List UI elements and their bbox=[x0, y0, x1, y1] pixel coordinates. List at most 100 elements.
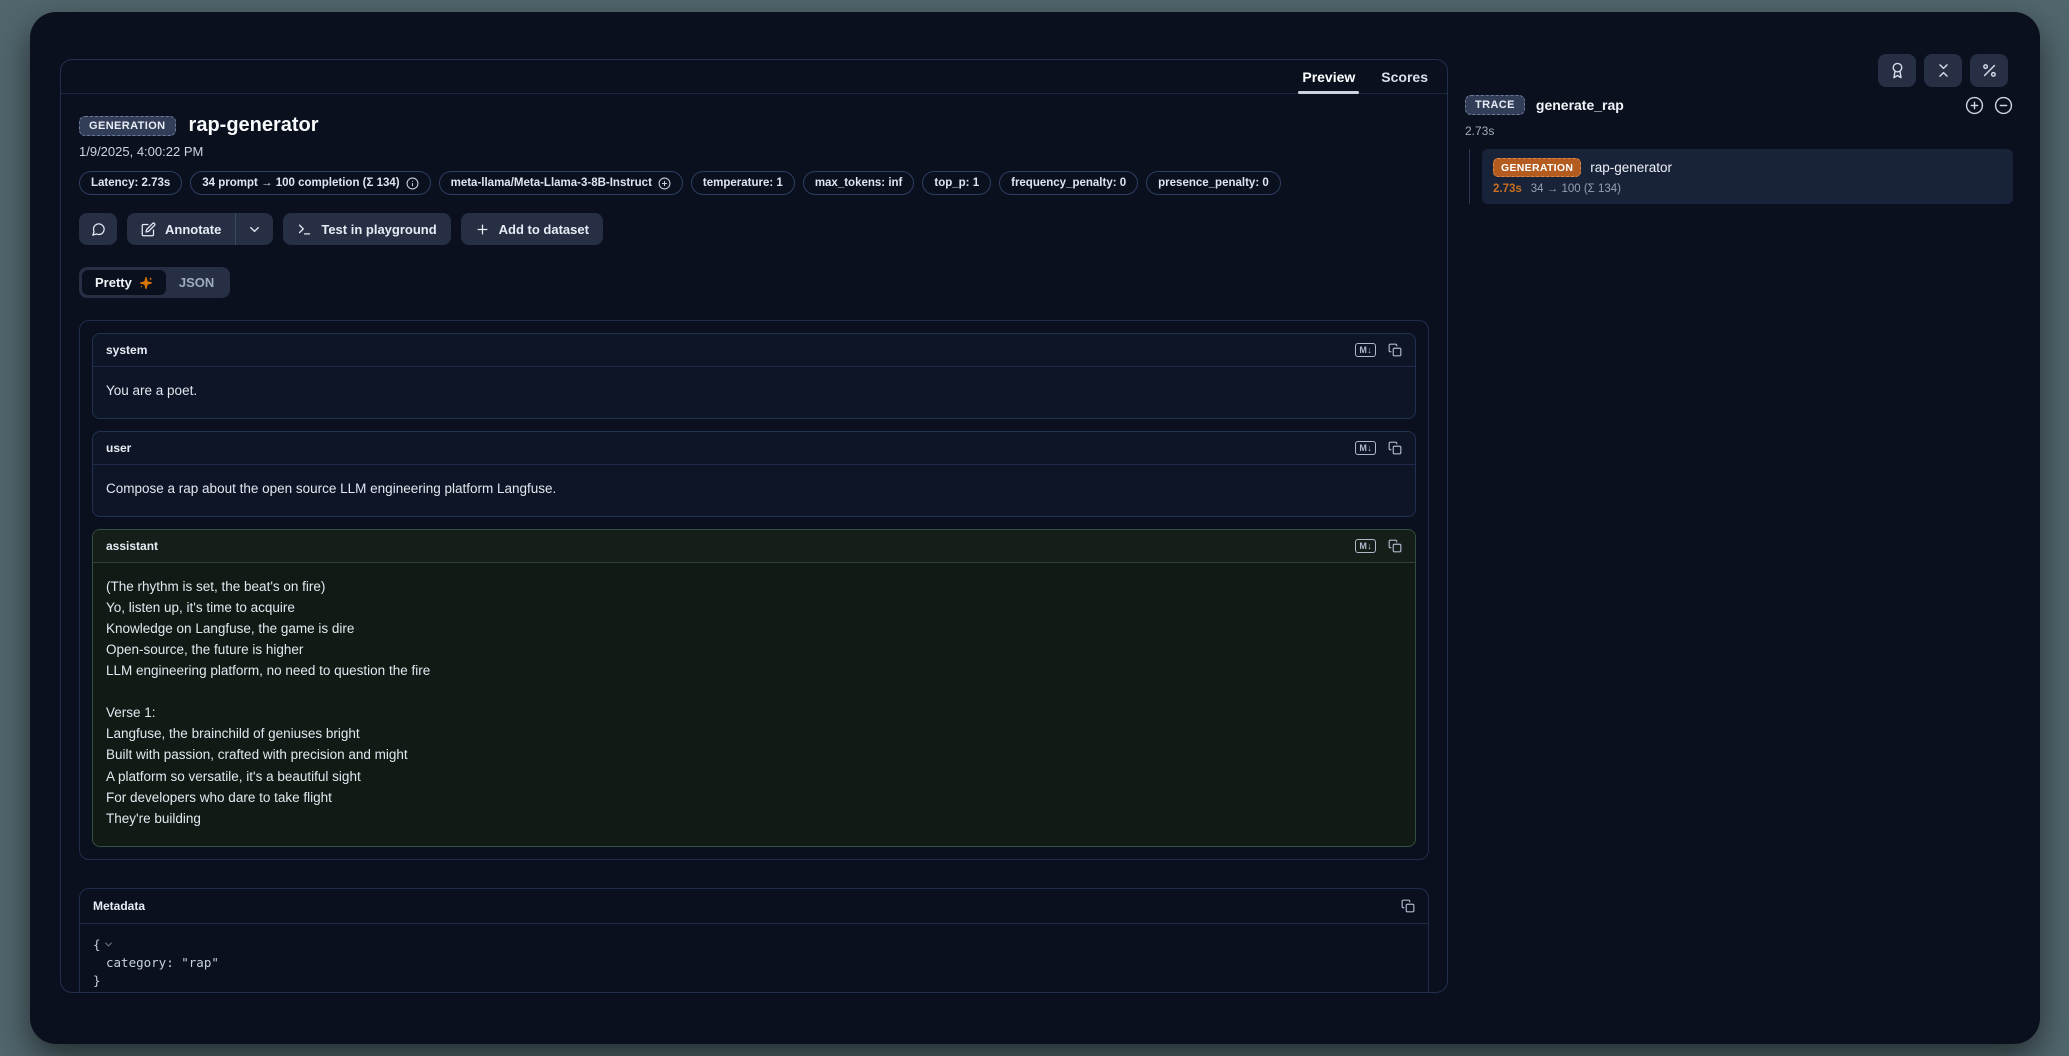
user-message-content: Compose a rap about the open source LLM … bbox=[93, 465, 1415, 516]
copy-icon[interactable] bbox=[1401, 899, 1415, 913]
chevrons-collapse-icon bbox=[1935, 62, 1952, 79]
pretty-view-tab[interactable]: Pretty bbox=[82, 270, 166, 295]
assistant-message-panel: assistant M↓ (The rhythm is set, the bea… bbox=[92, 529, 1416, 847]
message-role: user bbox=[106, 441, 131, 455]
plus-circle-icon[interactable] bbox=[658, 177, 671, 190]
json-view-label: JSON bbox=[179, 275, 214, 290]
annotate-label: Annotate bbox=[165, 222, 221, 237]
chevron-down-icon[interactable] bbox=[103, 939, 114, 950]
system-message-panel: system M↓ You are a poet. bbox=[92, 333, 1416, 419]
badge-latency-label: Latency: 2.73s bbox=[91, 177, 170, 189]
badge-presence-penalty-label: presence_penalty: 0 bbox=[1158, 177, 1269, 189]
message-actions: M↓ bbox=[1355, 441, 1402, 455]
markdown-icon[interactable]: M↓ bbox=[1355, 441, 1376, 455]
view-toggle: Pretty JSON bbox=[79, 267, 230, 298]
generation-node-badge: GENERATION bbox=[1493, 158, 1581, 177]
token-percent-button[interactable] bbox=[1970, 54, 2008, 87]
markdown-icon[interactable]: M↓ bbox=[1355, 539, 1376, 553]
preview-tabbar: Preview Scores bbox=[61, 60, 1447, 94]
playground-button[interactable]: Test in playground bbox=[283, 213, 450, 245]
title-row: GENERATION rap-generator bbox=[79, 114, 1429, 137]
user-message-panel: user M↓ Compose a rap about the open sou… bbox=[92, 431, 1416, 517]
tab-scores-label: Scores bbox=[1381, 69, 1428, 85]
badge-max-tokens: max_tokens: inf bbox=[803, 171, 915, 195]
badge-temperature: temperature: 1 bbox=[691, 171, 795, 195]
node-title-row: GENERATION rap-generator bbox=[1493, 158, 2002, 177]
trace-tree-actions bbox=[1965, 96, 2013, 115]
generation-node-name: rap-generator bbox=[1590, 160, 1672, 175]
comment-button[interactable] bbox=[79, 213, 117, 245]
observation-content: GENERATION rap-generator 1/9/2025, 4:00:… bbox=[61, 94, 1447, 993]
copy-icon[interactable] bbox=[1388, 441, 1402, 455]
edit-icon bbox=[141, 222, 156, 237]
parameter-badges: Latency: 2.73s 34 prompt → 100 completio… bbox=[79, 171, 1429, 195]
message-actions: M↓ bbox=[1355, 539, 1402, 553]
page-title: rap-generator bbox=[189, 114, 319, 137]
collapse-panel-button[interactable] bbox=[1924, 54, 1962, 87]
copy-icon[interactable] bbox=[1388, 539, 1402, 553]
message-role: system bbox=[106, 343, 147, 357]
badge-max-tokens-label: max_tokens: inf bbox=[815, 177, 903, 189]
timestamp: 1/9/2025, 4:00:22 PM bbox=[79, 144, 1429, 159]
annotation-queue-button[interactable] bbox=[1878, 54, 1916, 87]
metadata-panel: Metadata { category: "rap" } bbox=[79, 888, 1429, 993]
copy-icon[interactable] bbox=[1388, 343, 1402, 357]
tab-preview[interactable]: Preview bbox=[1289, 60, 1368, 93]
assistant-message-content: (The rhythm is set, the beat's on fire) … bbox=[93, 563, 1415, 846]
node-stats-row: 2.73s 34 → 100 (Σ 134) bbox=[1493, 183, 2002, 195]
badge-model-label: meta-llama/Meta-Llama-3-8B-Instruct bbox=[451, 177, 652, 189]
badge-top-p: top_p: 1 bbox=[922, 171, 991, 195]
award-icon bbox=[1889, 62, 1906, 79]
assistant-message-header: assistant M↓ bbox=[93, 530, 1415, 563]
generation-node-card[interactable]: GENERATION rap-generator 2.73s 34 → 100 … bbox=[1482, 149, 2013, 204]
add-to-dataset-button[interactable]: Add to dataset bbox=[461, 213, 603, 245]
trace-type-badge: TRACE bbox=[1465, 95, 1525, 115]
chevron-down-icon bbox=[247, 222, 262, 237]
info-icon[interactable] bbox=[406, 177, 419, 190]
messages-container: system M↓ You are a poet. user bbox=[79, 320, 1429, 860]
observation-panel: Preview Scores GENERATION rap-generator … bbox=[60, 59, 1448, 993]
annotate-button[interactable]: Annotate bbox=[127, 213, 235, 245]
playground-label: Test in playground bbox=[321, 222, 436, 237]
badge-frequency-penalty-label: frequency_penalty: 0 bbox=[1011, 177, 1126, 189]
json-close-brace: } bbox=[93, 972, 1415, 990]
badge-temperature-label: temperature: 1 bbox=[703, 177, 783, 189]
annotate-split-button: Annotate bbox=[127, 213, 273, 245]
badge-latency: Latency: 2.73s bbox=[79, 171, 182, 195]
system-message-header: system M↓ bbox=[93, 334, 1415, 367]
trace-tree: GENERATION rap-generator 2.73s 34 → 100 … bbox=[1469, 149, 2013, 204]
metadata-title: Metadata bbox=[93, 899, 145, 913]
node-token-usage: 34 → 100 (Σ 134) bbox=[1531, 183, 1621, 195]
plus-icon bbox=[475, 222, 490, 237]
badge-token-usage-label: 34 prompt → 100 completion (Σ 134) bbox=[202, 177, 399, 189]
active-tab-underline bbox=[1298, 91, 1359, 94]
observation-type-badge: GENERATION bbox=[79, 116, 176, 136]
metadata-header: Metadata bbox=[80, 889, 1428, 924]
trace-name[interactable]: generate_rap bbox=[1536, 97, 1624, 113]
json-open-line: { bbox=[93, 936, 1415, 954]
collapse-all-icon[interactable] bbox=[1994, 96, 2013, 115]
badge-model: meta-llama/Meta-Llama-3-8B-Instruct bbox=[439, 171, 683, 195]
app-window: Preview Scores GENERATION rap-generator … bbox=[30, 12, 2040, 1044]
action-toolbar: Annotate Test in playground bbox=[79, 213, 1429, 245]
badge-top-p-label: top_p: 1 bbox=[934, 177, 979, 189]
message-role: assistant bbox=[106, 539, 158, 553]
json-view-tab[interactable]: JSON bbox=[166, 270, 227, 295]
expand-all-icon[interactable] bbox=[1965, 96, 1984, 115]
terminal-icon bbox=[297, 222, 312, 237]
json-open-brace: { bbox=[93, 936, 101, 954]
markdown-icon[interactable]: M↓ bbox=[1355, 343, 1376, 357]
badge-presence-penalty: presence_penalty: 0 bbox=[1146, 171, 1281, 195]
tab-scores[interactable]: Scores bbox=[1368, 60, 1441, 93]
tab-preview-label: Preview bbox=[1302, 69, 1355, 85]
trace-latency: 2.73s bbox=[1465, 124, 2013, 138]
badge-frequency-penalty: frequency_penalty: 0 bbox=[999, 171, 1138, 195]
add-to-dataset-label: Add to dataset bbox=[499, 222, 589, 237]
pretty-view-label: Pretty bbox=[95, 275, 132, 290]
node-latency: 2.73s bbox=[1493, 183, 1522, 195]
annotate-dropdown-button[interactable] bbox=[235, 213, 273, 245]
comment-icon bbox=[91, 222, 106, 237]
json-category-line: category: "rap" bbox=[93, 954, 1415, 972]
sparkles-icon bbox=[139, 276, 153, 290]
trace-header: TRACE generate_rap bbox=[1465, 95, 2013, 115]
